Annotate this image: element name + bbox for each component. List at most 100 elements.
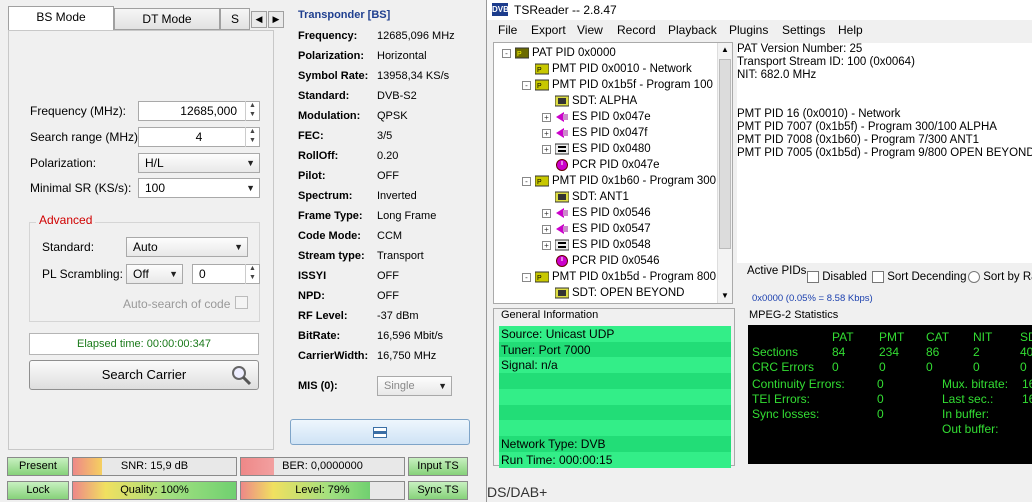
sync-losses-label: Sync losses: (752, 407, 820, 421)
chevron-down-icon: ▼ (246, 158, 255, 168)
scroll-down-icon[interactable]: ▼ (718, 289, 732, 303)
es-video-icon (556, 127, 568, 138)
search-range-label: Search range (MHz): (30, 130, 142, 144)
tree-node[interactable]: ES PID 0x047e (555, 109, 651, 125)
continuity-errors-value: 0 (877, 377, 884, 391)
magnifier-icon (232, 366, 252, 386)
tree-node[interactable]: ES PID 0x073 (555, 301, 644, 304)
collapse-icon[interactable]: - (502, 49, 511, 58)
polarization-select[interactable]: H/L ▼ (138, 153, 260, 173)
tree-node-label: PAT PID 0x0000 (532, 47, 616, 59)
standard-select[interactable]: Auto ▼ (126, 237, 248, 257)
crc-cat: 0 (926, 360, 933, 374)
pl-scrambling-select[interactable]: Off ▼ (126, 264, 183, 284)
tab-s-mode[interactable]: S (220, 8, 250, 30)
search-range-input[interactable]: 4 (138, 127, 260, 147)
menu-file[interactable]: File (498, 20, 517, 40)
tree-node[interactable]: ES PID 0x0548 (555, 237, 651, 253)
menu-playback[interactable]: Playback (668, 20, 717, 40)
chevron-down-icon: ▼ (234, 242, 243, 252)
sort-by-radio[interactable]: Sort by Ra (968, 271, 1032, 283)
crc-pmt: 0 (879, 360, 886, 374)
ber-meter-fill (241, 458, 274, 475)
menu-plugins[interactable]: Plugins (729, 20, 768, 40)
wide-toggle-button[interactable] (290, 419, 470, 445)
spin-down-icon[interactable]: ▼ (246, 273, 259, 282)
transponder-value: 16,596 Mbit/s (377, 330, 444, 342)
expand-icon[interactable]: + (542, 145, 551, 154)
general-info-line (499, 404, 731, 421)
tab-dt-mode[interactable]: DT Mode (114, 8, 220, 30)
expand-icon[interactable]: + (542, 241, 551, 250)
tree-node[interactable]: P PMT PID 0x1b5d - Program 800 (535, 269, 716, 285)
elapsed-time: Elapsed time: 00:00:00:347 (29, 333, 259, 355)
pl-code-spinner[interactable]: ▲ ▼ (245, 264, 259, 284)
tree-scrollbar[interactable]: ▲ ▼ (717, 43, 732, 303)
tree-node-label: ES PID 0x0548 (572, 239, 651, 251)
tree-node[interactable]: SDT: ANT1 (555, 189, 629, 205)
auto-search-checkbox[interactable] (235, 296, 248, 309)
menu-settings[interactable]: Settings (782, 20, 825, 40)
pid-tree[interactable]: - P PAT PID 0x0000 P PMT PID 0x0010 - Networ… (493, 42, 733, 304)
tree-node[interactable]: P PMT PID 0x1b5f - Program 100 (535, 77, 713, 93)
polarization-label: Polarization: (30, 156, 97, 170)
menu-help[interactable]: Help (838, 20, 863, 40)
minimal-sr-select[interactable]: 100 ▼ (138, 178, 260, 198)
tree-node[interactable]: P PMT PID 0x1b60 - Program 300 (535, 173, 716, 189)
ber-meter: BER: 0,0000000 (240, 457, 405, 476)
tree-node[interactable]: P PMT PID 0x0010 - Network (535, 61, 692, 77)
tree-node[interactable]: PCR PID 0x047e (555, 157, 660, 173)
tree-node[interactable]: ES PID 0x047f (555, 125, 647, 141)
pmt-icon: P (535, 175, 549, 187)
tree-node[interactable]: SDT: OPEN BEYOND (555, 285, 684, 301)
collapse-icon[interactable]: - (522, 273, 531, 282)
transponder-key: Polarization: (298, 50, 365, 62)
crc-sdt: 0 (1020, 360, 1027, 374)
search-carrier-button[interactable]: Search Carrier (29, 360, 259, 390)
tab-bs-mode[interactable]: BS Mode (8, 6, 114, 31)
sync-losses-value: 0 (877, 407, 884, 421)
spin-up-icon[interactable]: ▲ (246, 127, 259, 136)
scrollbar-thumb[interactable] (719, 59, 731, 249)
tab-scroll-right-icon[interactable]: ▶ (268, 11, 284, 28)
search-range-spinner[interactable]: ▲ ▼ (245, 127, 259, 147)
es-video-icon (556, 223, 568, 234)
tab-scroll-left-icon[interactable]: ◀ (251, 11, 267, 28)
menu-export[interactable]: Export (531, 20, 566, 40)
expand-icon[interactable]: + (542, 113, 551, 122)
pcr-clock-icon (556, 158, 568, 171)
expand-icon[interactable]: + (542, 129, 551, 138)
tree-node[interactable]: SDT: ALPHA (555, 93, 637, 109)
scroll-up-icon[interactable]: ▲ (718, 43, 732, 57)
sections-nit: 2 (973, 345, 980, 359)
tree-node-label: PMT PID 0x1b5f - Program 100 (552, 79, 713, 91)
tree-node[interactable]: PCR PID 0x0546 (555, 253, 660, 269)
general-info-line (499, 388, 731, 405)
menu-record[interactable]: Record (617, 20, 656, 40)
collapse-icon[interactable]: - (522, 81, 531, 90)
mis-select[interactable]: Single ▼ (377, 376, 452, 396)
menu-view[interactable]: View (577, 20, 603, 40)
expand-icon[interactable]: + (542, 225, 551, 234)
collapse-icon[interactable]: - (522, 177, 531, 186)
pl-scrambling-label: PL Scrambling: (42, 267, 123, 281)
sort-descending-checkbox[interactable]: Sort Decending (872, 271, 966, 283)
frequency-spinner[interactable]: ▲ ▼ (245, 101, 259, 121)
spin-up-icon[interactable]: ▲ (246, 101, 259, 110)
tree-node[interactable]: ES PID 0x0546 (555, 205, 651, 221)
spin-up-icon[interactable]: ▲ (246, 264, 259, 273)
tree-node-label: ES PID 0x0547 (572, 223, 651, 235)
spin-down-icon[interactable]: ▼ (246, 136, 259, 145)
tree-node[interactable]: ES PID 0x0547 (555, 221, 651, 237)
expand-icon[interactable]: + (542, 209, 551, 218)
active-pids-label: Active PIDs (747, 265, 807, 277)
tree-node[interactable]: P PAT PID 0x0000 (515, 45, 616, 61)
tree-node[interactable]: ES PID 0x0480 (555, 141, 651, 157)
spin-down-icon[interactable]: ▼ (246, 110, 259, 119)
background-window-text: DS/DAB+ (487, 484, 548, 500)
frequency-input[interactable]: 12685,000 (138, 101, 260, 121)
tree-node-label: ES PID 0x073 (572, 303, 644, 304)
disabled-checkbox[interactable]: Disabled (807, 271, 867, 283)
tree-node-label: ES PID 0x047f (572, 127, 648, 139)
level-value: Level: 79% (295, 484, 350, 496)
